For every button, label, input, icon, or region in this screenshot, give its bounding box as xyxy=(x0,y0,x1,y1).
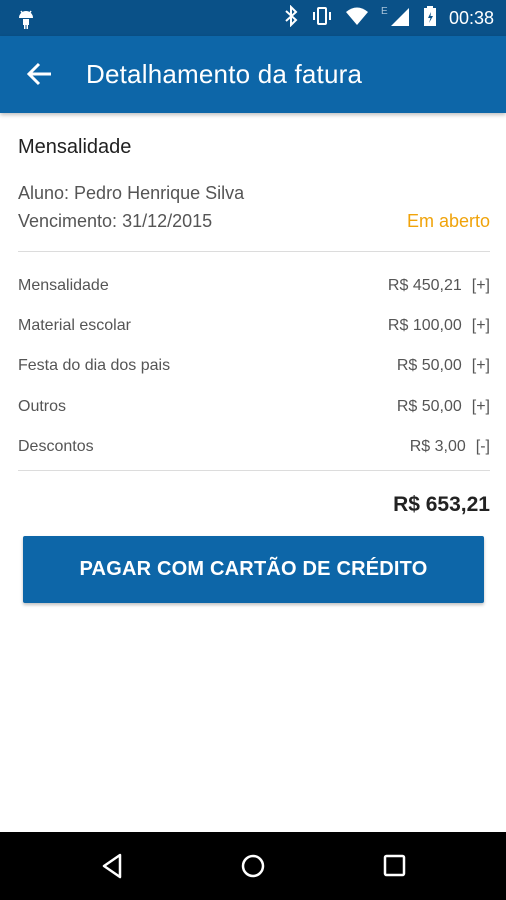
item-value: R$ 50,00 xyxy=(396,357,462,375)
list-item: Descontos R$ 3,00 [-] xyxy=(18,427,490,467)
item-label: Mensalidade xyxy=(18,277,109,295)
home-circle-icon[interactable] xyxy=(238,851,268,881)
navigation-bar xyxy=(0,832,506,900)
item-value: R$ 450,21 xyxy=(387,277,462,295)
back-triangle-icon[interactable] xyxy=(98,851,128,881)
item-label: Outros xyxy=(18,397,67,415)
section-title: Mensalidade xyxy=(18,136,132,158)
due-date: Vencimento: 31/12/2015 xyxy=(18,211,213,231)
arrow-back-icon[interactable] xyxy=(24,58,56,90)
item-label: Descontos xyxy=(18,437,94,455)
invoice-items: Mensalidade R$ 450,21 [+] Material escol… xyxy=(18,266,490,467)
android-icon xyxy=(14,7,38,31)
vibrate-icon xyxy=(311,5,333,32)
page-title: Detalhamento da fatura xyxy=(86,59,363,89)
item-value: R$ 50,00 xyxy=(396,397,462,415)
item-sign: [+] xyxy=(471,357,490,375)
item-sign: [+] xyxy=(471,397,490,415)
recents-square-icon[interactable] xyxy=(380,851,410,881)
signal-icon: E xyxy=(381,4,411,33)
item-sign: [+] xyxy=(471,277,490,295)
pay-credit-card-button[interactable]: PAGAR COM CARTÃO DE CRÉDITO xyxy=(23,536,484,603)
bluetooth-icon xyxy=(283,4,299,32)
total-amount: R$ 653,21 xyxy=(393,493,490,516)
list-item: Outros R$ 50,00 [+] xyxy=(18,387,490,427)
item-value: R$ 100,00 xyxy=(387,317,462,335)
wifi-icon xyxy=(345,6,369,31)
item-value: R$ 3,00 xyxy=(409,437,466,455)
list-item: Material escolar R$ 100,00 [+] xyxy=(18,306,490,346)
item-sign: [+] xyxy=(471,317,490,335)
item-sign: [-] xyxy=(475,437,490,455)
status-time: 00:38 xyxy=(448,7,494,28)
divider xyxy=(18,470,490,471)
student-name: Aluno: Pedro Henrique Silva xyxy=(18,183,245,203)
status-badge: Em aberto xyxy=(406,211,490,231)
divider xyxy=(18,251,490,252)
list-item: Festa do dia dos pais R$ 50,00 [+] xyxy=(18,346,490,386)
item-label: Festa do dia dos pais xyxy=(18,357,171,375)
status-bar: E 00:38 xyxy=(0,0,506,36)
list-item: Mensalidade R$ 450,21 [+] xyxy=(18,266,490,306)
app-bar: Detalhamento da fatura xyxy=(0,36,506,113)
svg-text:E: E xyxy=(381,6,388,17)
item-label: Material escolar xyxy=(18,317,131,335)
battery-icon xyxy=(423,5,437,32)
status-icons: E 00:38 xyxy=(283,0,494,36)
